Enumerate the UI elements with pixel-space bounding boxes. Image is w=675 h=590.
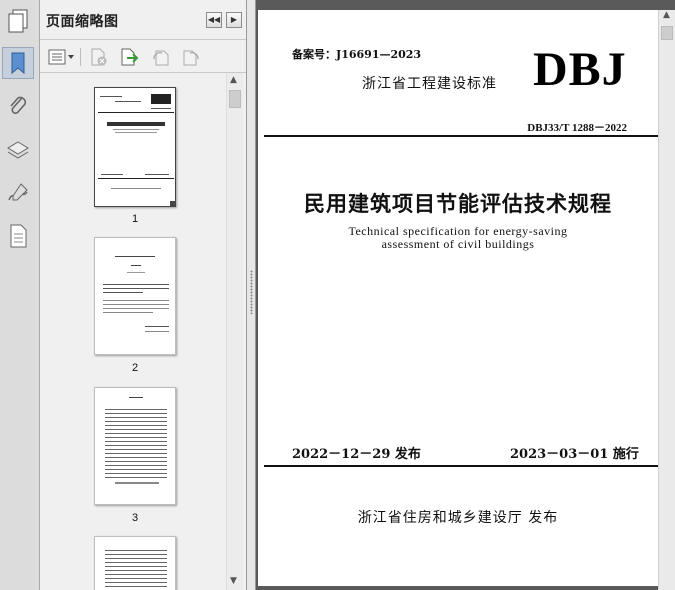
rotate-left-button[interactable] xyxy=(150,47,172,67)
double-chevron-left-icon: ◀◀ xyxy=(207,15,221,24)
page-thumbnail-3[interactable] xyxy=(94,387,176,505)
toolbar-divider xyxy=(80,48,81,66)
pages-icon[interactable] xyxy=(6,8,32,36)
document-title-cn: 民用建筑项目节能评估技术规程 xyxy=(304,191,612,216)
document-scrollbar-thumb[interactable] xyxy=(661,26,673,40)
bookmark-icon[interactable] xyxy=(6,50,30,76)
page-thumbnail-1[interactable] xyxy=(94,87,176,207)
attachment-icon[interactable] xyxy=(6,93,30,119)
document-scrollbar[interactable]: ▲ xyxy=(658,10,675,590)
effective-date: 2023－03－01 施行 xyxy=(510,447,639,462)
thumbnail-scrollbar[interactable]: ▲ ▼ xyxy=(226,73,243,590)
standard-type: 浙江省工程建设标准 xyxy=(362,76,497,92)
rotate-right-button[interactable] xyxy=(180,47,202,67)
standard-code: DBJ33/T 1288－2022 xyxy=(527,122,627,134)
panel-title: 页面缩略图 xyxy=(46,14,119,30)
options-list-icon xyxy=(48,49,74,65)
footer-rule xyxy=(264,465,658,467)
page-thumbnail-4[interactable] xyxy=(94,536,176,590)
rotate-right-icon xyxy=(183,50,199,66)
issue-date: 2022－12－29 发布 xyxy=(292,447,421,462)
thumbnail-page-number: 3 xyxy=(131,512,139,524)
document-title-en-line2: assessment of civil buildings xyxy=(381,237,535,251)
signature-icon[interactable] xyxy=(5,180,31,206)
thumbnail-toolbar xyxy=(40,41,246,73)
chevron-down-icon[interactable]: ▼ xyxy=(230,576,237,586)
panel-splitter[interactable] xyxy=(247,0,256,590)
header-rule xyxy=(264,135,658,137)
splitter-grip[interactable] xyxy=(250,270,253,314)
options-menu-button[interactable] xyxy=(47,47,75,67)
thumbnail-list[interactable]: 1 2 3 xyxy=(40,73,226,590)
thumbnail-page-number: 1 xyxy=(131,213,139,225)
scroll-up-icon[interactable]: ▲ xyxy=(663,10,670,20)
page-thumbnail-2[interactable] xyxy=(94,237,176,355)
rotate-left-icon xyxy=(153,50,169,66)
scrollbar-thumb[interactable] xyxy=(229,90,241,108)
delete-page-button[interactable] xyxy=(88,47,110,67)
delete-page-icon xyxy=(91,48,107,66)
publisher: 浙江省住房和城乡建设厅 发布 xyxy=(357,510,559,526)
thumbnail-panel: 页面缩略图 ◀◀ ▶ 1 2 3 ▲ ▼ xyxy=(40,0,247,590)
thumbnail-page-number: 2 xyxy=(131,362,139,374)
expand-panel-button[interactable]: ▶ xyxy=(226,12,242,28)
navigation-rail xyxy=(0,0,40,590)
collapse-panel-button[interactable]: ◀◀ xyxy=(206,12,222,28)
chevron-right-icon: ▶ xyxy=(230,15,238,24)
extract-page-icon xyxy=(121,48,139,66)
dbj-logo: DBJ xyxy=(533,43,627,96)
filing-number: 备案号：J16691—2023 xyxy=(292,48,422,61)
document-page: 备案号：J16691—2023 浙江省工程建设标准 DBJ DBJ33/T 12… xyxy=(258,10,658,586)
document-icon[interactable] xyxy=(6,223,30,249)
chevron-up-icon[interactable]: ▲ xyxy=(230,75,237,85)
extract-page-button[interactable] xyxy=(118,47,142,67)
thumbnail-panel-header: 页面缩略图 ◀◀ ▶ xyxy=(40,0,246,40)
layers-icon[interactable] xyxy=(5,137,31,163)
